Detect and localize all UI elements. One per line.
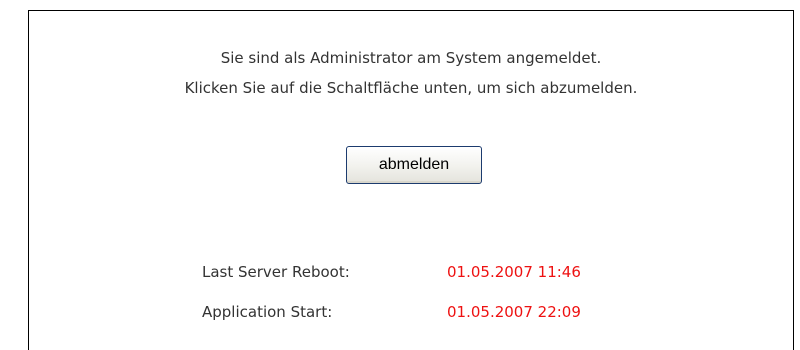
logout-button[interactable]: abmelden	[346, 146, 482, 184]
server-reboot-value: 01.05.2007 11:46	[447, 263, 581, 281]
application-start-value: 01.05.2007 22:09	[447, 303, 581, 321]
logout-panel: Sie sind als Administrator am System ang…	[28, 10, 794, 350]
application-start-label: Application Start:	[202, 303, 333, 321]
logout-instruction: Klicken Sie auf die Schaltfläche unten, …	[184, 79, 638, 97]
server-reboot-label: Last Server Reboot:	[202, 263, 350, 281]
logged-in-message: Sie sind als Administrator am System ang…	[220, 49, 602, 67]
